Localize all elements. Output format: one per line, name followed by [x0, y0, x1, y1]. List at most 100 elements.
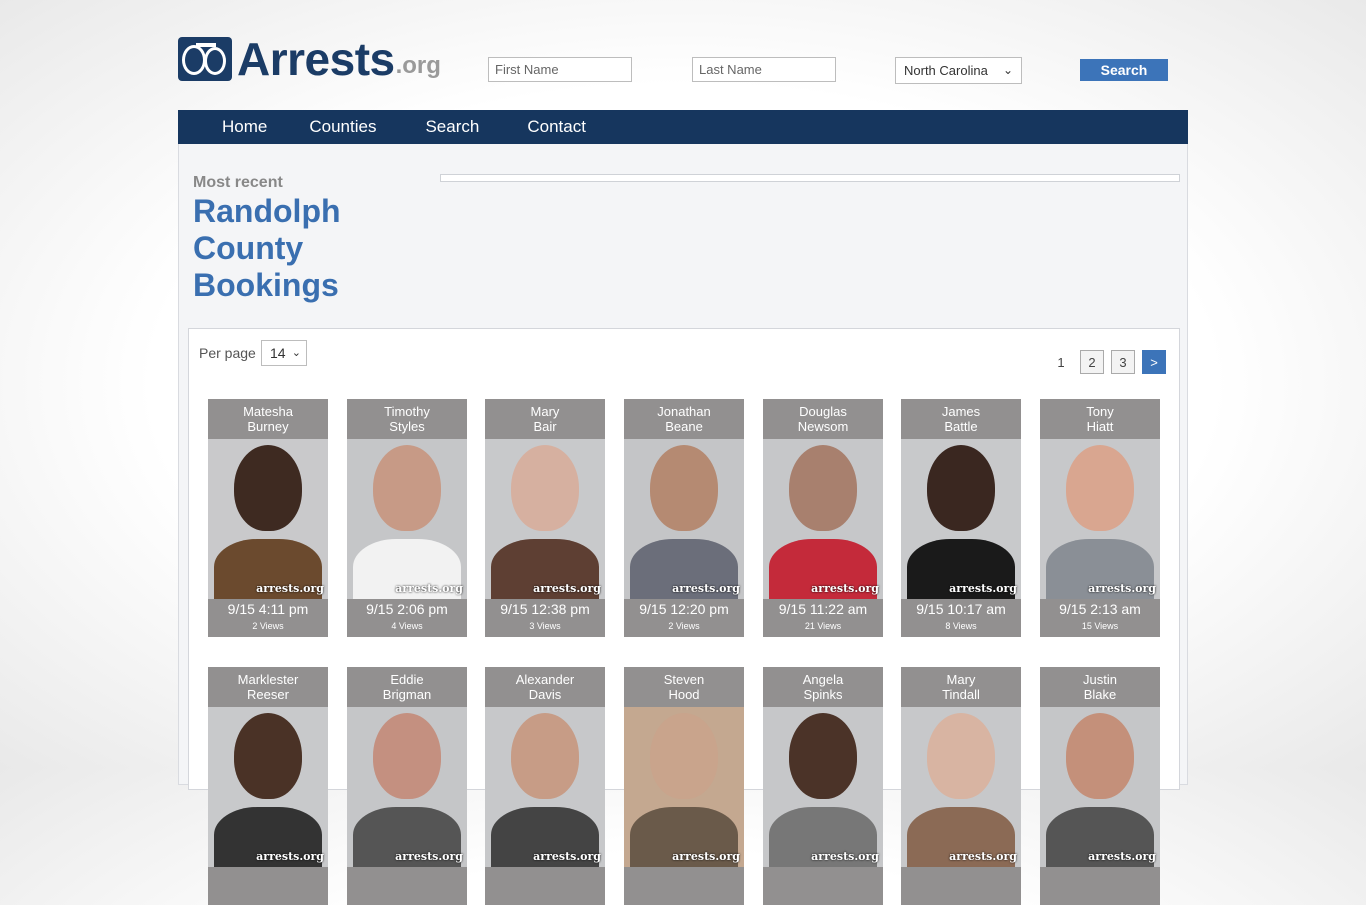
- booking-name[interactable]: Marklester Reeser: [208, 667, 328, 707]
- page-3[interactable]: 3: [1111, 350, 1135, 374]
- booking-card[interactable]: Steven Hood arrests.org: [624, 667, 744, 905]
- booking-card[interactable]: Matesha Burney arrests.org 9/15 4:11 pm 2 Vi…: [208, 399, 328, 637]
- view-count: 2 Views: [668, 621, 700, 631]
- mugshot-photo[interactable]: arrests.org: [208, 707, 328, 867]
- last-name-input[interactable]: [692, 57, 836, 82]
- booking-card[interactable]: Mary Bair arrests.org 9/15 12:38 pm 3 Views: [485, 399, 605, 637]
- booking-card[interactable]: Timothy Styles arrests.org 9/15 2:06 pm 4 Vi…: [347, 399, 467, 637]
- booking-time: 9/15 11:22 am: [778, 601, 868, 617]
- next-page-button[interactable]: >: [1142, 350, 1166, 374]
- booking-name[interactable]: Alexander Davis: [485, 667, 605, 707]
- watermark: arrests.org: [1088, 582, 1156, 595]
- pagination: 1 2 3 >: [1042, 350, 1166, 374]
- first-name: Mary: [530, 404, 560, 419]
- last-name: Hiatt: [1086, 419, 1114, 434]
- first-name: Alexander: [515, 672, 575, 687]
- view-count: 8 Views: [945, 621, 977, 631]
- last-name: Newsom: [797, 419, 849, 434]
- mugshot-photo[interactable]: arrests.org: [624, 439, 744, 599]
- first-name: James: [941, 404, 981, 419]
- last-name: Burney: [247, 419, 289, 434]
- mugshot-photo[interactable]: arrests.org: [347, 439, 467, 599]
- mugshot-photo[interactable]: arrests.org: [1040, 439, 1160, 599]
- first-name: Eddie: [390, 672, 424, 687]
- booking-card[interactable]: Tony Hiatt arrests.org 9/15 2:13 am 15 Views: [1040, 399, 1160, 637]
- mugshot-photo[interactable]: arrests.org: [208, 439, 328, 599]
- first-name: Steven: [663, 672, 705, 687]
- watermark: arrests.org: [949, 850, 1017, 863]
- booking-card[interactable]: Alexander Davis arrests.org: [485, 667, 605, 905]
- last-name: Reeser: [247, 687, 289, 702]
- booking-name[interactable]: Mary Tindall: [901, 667, 1021, 707]
- booking-card[interactable]: Jonathan Beane arrests.org 9/15 12:20 pm 2 V…: [624, 399, 744, 637]
- mugshot-photo[interactable]: arrests.org: [624, 707, 744, 867]
- site-logo[interactable]: Arrests .org: [178, 36, 441, 82]
- booking-name[interactable]: Steven Hood: [624, 667, 744, 707]
- first-name: Mary: [946, 672, 976, 687]
- mugshot-photo[interactable]: arrests.org: [901, 707, 1021, 867]
- watermark: arrests.org: [533, 582, 601, 595]
- last-name: Styles: [389, 419, 425, 434]
- page-2[interactable]: 2: [1080, 350, 1104, 374]
- view-count: [485, 887, 605, 905]
- first-name: Timothy: [384, 404, 430, 419]
- first-name-input[interactable]: [488, 57, 632, 82]
- booking-name[interactable]: Matesha Burney: [208, 399, 328, 439]
- last-name: Brigman: [382, 687, 432, 702]
- search-button[interactable]: Search: [1080, 59, 1168, 81]
- first-name: Matesha: [243, 404, 293, 419]
- last-name: Davis: [528, 687, 562, 702]
- page-title: Randolph County Bookings: [193, 193, 341, 303]
- handcuffs-icon: [178, 37, 232, 81]
- watermark: arrests.org: [949, 582, 1017, 595]
- booking-card[interactable]: Eddie Brigman arrests.org: [347, 667, 467, 905]
- mugshot-photo[interactable]: arrests.org: [901, 439, 1021, 599]
- nav-home[interactable]: Home: [222, 117, 267, 137]
- nav-counties[interactable]: Counties: [309, 117, 376, 137]
- booking-name[interactable]: Timothy Styles: [347, 399, 467, 439]
- booking-card[interactable]: Mary Tindall arrests.org: [901, 667, 1021, 905]
- first-name: Douglas: [799, 404, 847, 419]
- per-page-select[interactable]: 14 ⌄: [261, 340, 307, 366]
- watermark: arrests.org: [1088, 850, 1156, 863]
- booking-name[interactable]: Tony Hiatt: [1040, 399, 1160, 439]
- booking-name[interactable]: Douglas Newsom: [763, 399, 883, 439]
- watermark: arrests.org: [395, 850, 463, 863]
- booking-name[interactable]: James Battle: [901, 399, 1021, 439]
- booking-time: [485, 867, 605, 887]
- booking-time: 9/15 12:20 pm: [639, 601, 729, 617]
- booking-name[interactable]: Angela Spinks: [763, 667, 883, 707]
- booking-time: [347, 867, 467, 887]
- booking-name[interactable]: Eddie Brigman: [347, 667, 467, 707]
- last-name: Tindall: [942, 687, 980, 702]
- booking-name[interactable]: Mary Bair: [485, 399, 605, 439]
- booking-name[interactable]: Jonathan Beane: [624, 399, 744, 439]
- booking-card[interactable]: Angela Spinks arrests.org: [763, 667, 883, 905]
- watermark: arrests.org: [672, 850, 740, 863]
- mugshot-photo[interactable]: arrests.org: [485, 439, 605, 599]
- first-name: Justin: [1083, 672, 1117, 687]
- watermark: arrests.org: [256, 850, 324, 863]
- booking-card[interactable]: James Battle arrests.org 9/15 10:17 am 8 Vie…: [901, 399, 1021, 637]
- mugshot-photo[interactable]: arrests.org: [347, 707, 467, 867]
- mugshot-photo[interactable]: arrests.org: [1040, 707, 1160, 867]
- state-select[interactable]: North Carolina ⌄: [895, 57, 1022, 84]
- view-count: 2 Views: [252, 621, 284, 631]
- chevron-down-icon: ⌄: [1002, 63, 1013, 77]
- first-name: Jonathan: [657, 404, 711, 419]
- nav-contact[interactable]: Contact: [527, 117, 586, 137]
- booking-time: [1040, 867, 1160, 887]
- nav-search[interactable]: Search: [425, 117, 479, 137]
- watermark: arrests.org: [811, 850, 879, 863]
- last-name: Hood: [668, 687, 700, 702]
- booking-card[interactable]: Douglas Newsom arrests.org 9/15 11:22 am 21 …: [763, 399, 883, 637]
- booking-card[interactable]: Marklester Reeser arrests.org: [208, 667, 328, 905]
- mugshot-photo[interactable]: arrests.org: [763, 439, 883, 599]
- mugshot-photo[interactable]: arrests.org: [485, 707, 605, 867]
- booking-name[interactable]: Justin Blake: [1040, 667, 1160, 707]
- booking-time: 9/15 2:13 am: [1059, 601, 1141, 617]
- booking-card[interactable]: Justin Blake arrests.org: [1040, 667, 1160, 905]
- mugshot-photo[interactable]: arrests.org: [763, 707, 883, 867]
- view-count: 3 Views: [529, 621, 561, 631]
- booking-time: 9/15 10:17 am: [916, 601, 1006, 617]
